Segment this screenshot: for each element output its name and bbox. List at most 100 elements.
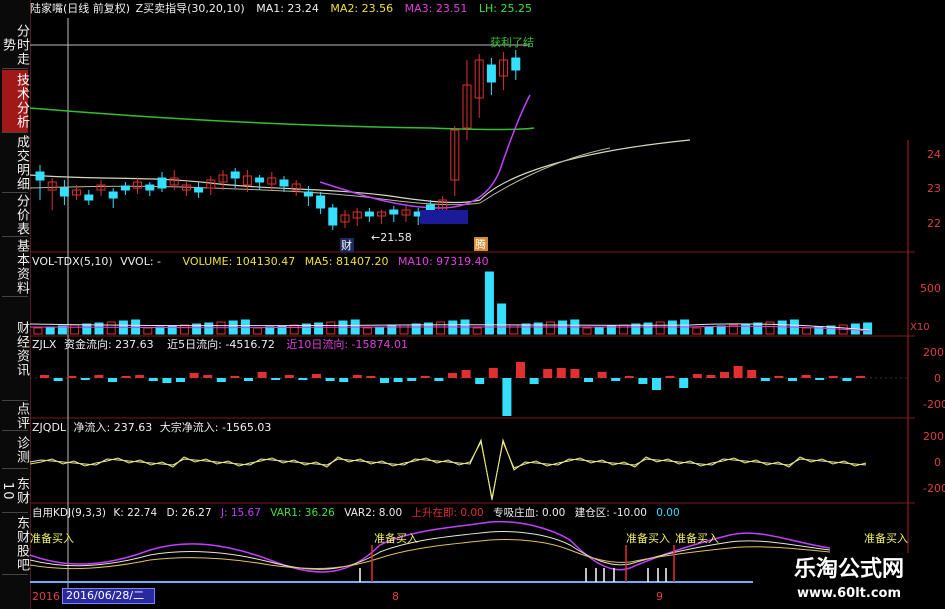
volume-bar [240,319,250,335]
money-flow-bar [203,375,213,378]
volume-bar [82,323,92,335]
money-flow-bar [679,378,689,388]
zjlx-flow: 资金流向: 237.63 [63,338,154,351]
volume-bar [704,326,714,335]
money-flow-bar [393,378,403,382]
candle-body [425,204,435,211]
volume-bar [582,327,592,335]
candle-body [59,187,69,197]
axis-label-24: 24 [927,148,941,161]
volume-bar [753,322,763,335]
buy-label: 准备买入 [626,531,670,545]
kdj-jiancang: 建仓区: -10.00 [574,507,647,519]
money-flow-bar [692,374,702,378]
money-flow-bar [543,369,553,378]
tab-price-table[interactable]: 分价表 [2,194,29,237]
money-flow-bar [352,375,362,378]
watermark: 乐淘公式网 www.60lt.com [753,553,945,609]
money-flow-bar [176,378,185,382]
volume-bar [716,325,726,335]
candle-body [389,209,399,215]
vol-axis-x10: X10 [910,322,930,333]
kdj-panel-header: 自用KDJ(9,3,3) K: 22.74 D: 26.27 J: 15.67 … [32,506,680,520]
money-flow-bar [774,376,784,378]
volume-value: VOLUME: 104130.47 [182,255,296,268]
money-flow-bar [271,378,281,380]
money-flow-bar [842,378,852,381]
money-flow-bar [312,374,321,378]
money-flow-bar [516,362,525,378]
kdj-zhuang: 专吸庄血: 0.00 [493,507,566,519]
cai-marker[interactable]: 财 [341,238,352,252]
tab-finance-news[interactable]: 财经资讯 [2,298,29,401]
tab-comment[interactable]: 点评 [2,402,29,431]
money-flow-bar [380,378,389,383]
tab-eastmoney-forum[interactable]: 东财股吧 [2,514,29,575]
zjlx-flow5: 近5日流向: -4516.72 [167,338,275,351]
money-flow-bar [502,378,512,416]
tab-trade-details[interactable]: 成交明细 [2,134,29,193]
volume-bar [777,320,787,335]
volume-bar [399,324,409,335]
volume-bar [521,323,531,335]
candle-body [120,185,130,191]
tab-basic-info[interactable]: 基本资料 [2,238,29,297]
money-flow-bar [80,378,90,380]
tab-diagnosis[interactable]: 诊测 [2,432,29,469]
kdj-d: D: 26.27 [166,507,212,519]
volume-bar [265,326,275,335]
money-flow-bar [475,378,485,384]
candle-body [328,207,338,226]
money-flow-bar [624,376,634,378]
zjlx-panel-header: ZJLX 资金流向: 237.63 近5日流向: -4516.72 近10日流向… [32,338,408,352]
low-price-label: ←21.58 [371,231,412,244]
candle-body [279,179,289,187]
candle-body [194,187,204,193]
tab-eastmoney10[interactable]: 东财10 [0,470,29,513]
money-flow-bar [339,378,349,382]
money-flow-bar [94,375,104,378]
axis-label-23: 23 [927,182,941,195]
volume-bar [863,322,873,335]
money-flow-bar [230,376,240,378]
volume-bar [289,324,299,335]
money-flow-bar [67,376,77,378]
left-sidebar: 分时走势 技术分析 成交明细 分价表 基本资料 财经资讯 点评 诊测 东财10 … [0,0,31,609]
zjqdl-net: 净流入: 237.63 [73,421,153,434]
money-flow-bar [665,376,675,378]
money-flow-bar [135,375,145,378]
profit-label: 获利了结 [490,36,534,49]
money-flow-bar [148,378,158,381]
blank-region [534,0,945,140]
candle-body [303,191,313,197]
money-flow-bar [53,378,63,381]
volume-bar [472,327,482,335]
volume-bar [411,323,421,335]
zjqdl-big-line [30,440,867,499]
buy-label: 准备买入 [675,531,719,545]
money-flow-bar [720,372,729,378]
volume-panel-header: VOL-TDX(5,10) VVOL: - VOLUME: 104130.47 … [32,255,489,269]
candle-body [84,194,94,201]
zjlx-axis-200: 200 [923,346,944,359]
money-flow-bar [325,378,335,381]
volume-bar [643,322,653,335]
volume-bar [33,327,43,335]
candle-body [145,184,155,191]
money-flow-bar [488,368,498,378]
money-flow-bar [244,378,253,381]
money-flow-bar [815,378,825,380]
vol-axis-500: 500 [920,282,941,295]
candle-body [316,195,326,209]
money-flow-bar [121,376,131,378]
tab-technical-analysis[interactable]: 技术分析 [2,70,29,133]
volume-bar [362,327,372,335]
money-flow-bar [434,378,444,381]
buy-label: 准备买入 [864,531,908,545]
tab-timeshare[interactable]: 分时走势 [0,22,29,69]
teng-marker[interactable]: 腾 [475,237,486,251]
volume-bar [179,324,189,335]
zjqdl-axis-neg200: -200 [923,482,945,495]
volume-bar [45,326,55,335]
money-flow-bar [747,370,757,378]
